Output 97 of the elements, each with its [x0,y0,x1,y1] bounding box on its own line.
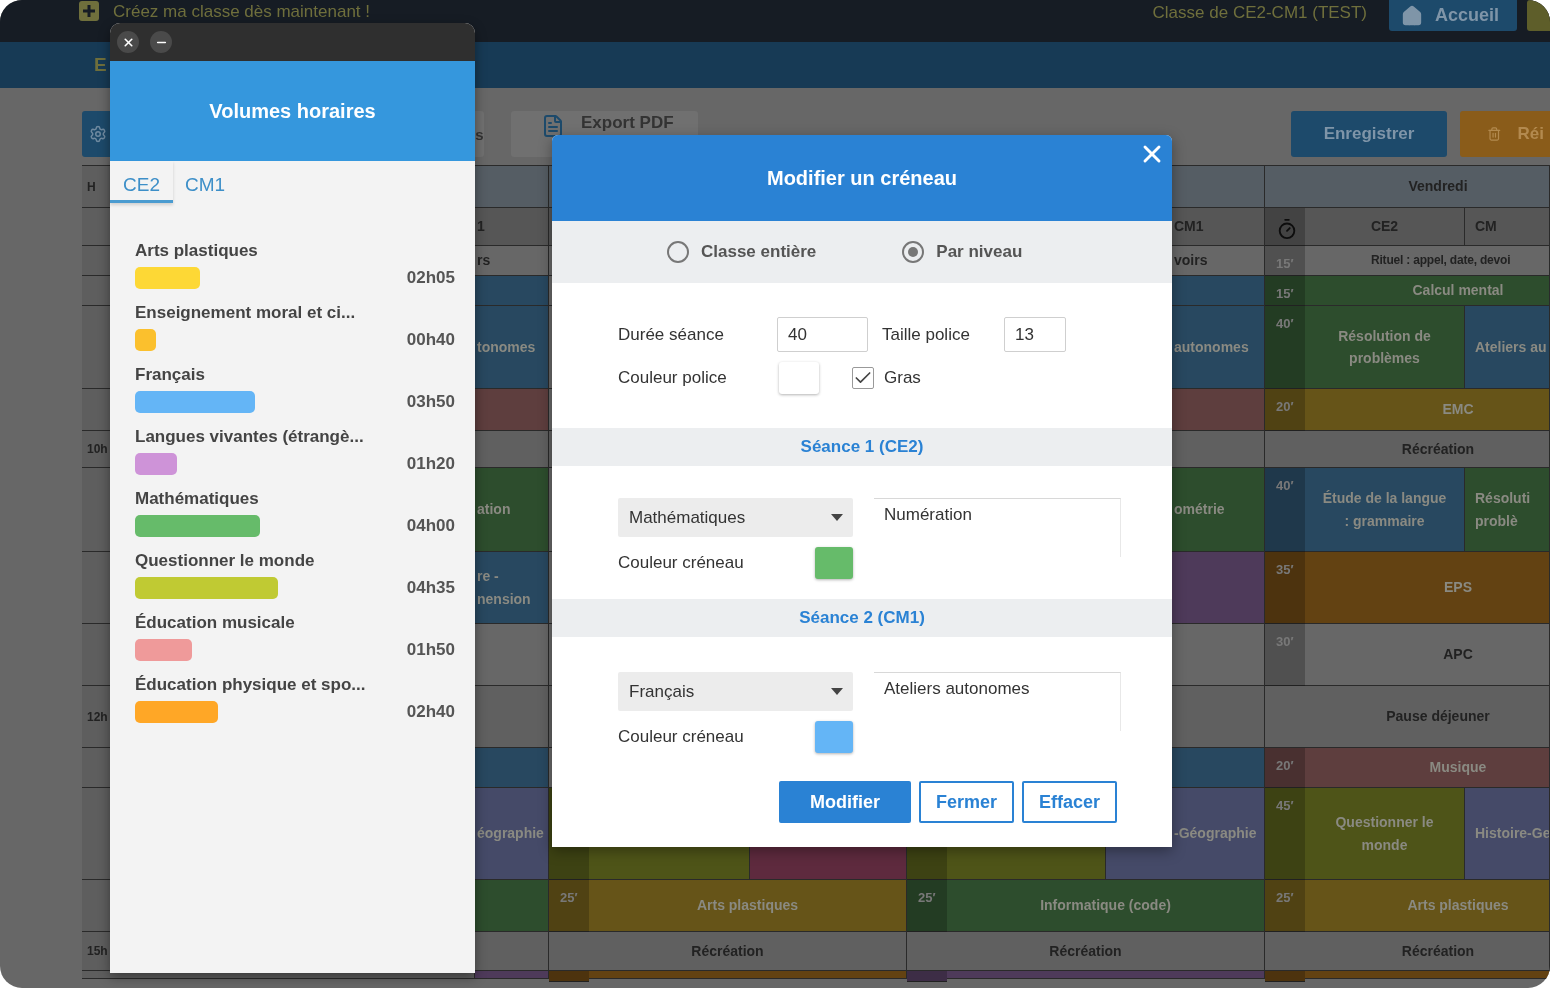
scope-radio[interactable]: Classe entière [667,241,817,263]
panel-title: Volumes horaires [110,61,475,161]
hours-value: 04h00 [406,516,455,536]
field-label: Couleur police [618,368,728,388]
break-cell: Récréation [907,932,1265,971]
timetable-cell: rs [475,246,549,276]
subject-dropdown[interactable]: Français [618,672,853,711]
dialog-button[interactable]: Fermer [919,781,1015,823]
radio-label: Par niveau [936,242,1023,262]
timetable-cell: Ateliers au [1465,306,1550,389]
field-label: Couleur créneau [618,553,745,573]
caret-icon [831,514,843,521]
duration-label: 25′ [907,880,947,932]
duration-label: 20′ [1265,748,1305,788]
timetable-cell: Étude de la langue : grammaire [1305,468,1465,552]
save-button[interactable]: Enregistrer [1291,111,1447,157]
radio-icon[interactable] [902,241,925,263]
time-strip [549,971,589,982]
break-cell: Récréation [1265,431,1550,468]
break-cell: Récréation [1265,932,1550,971]
hours-value: 04h35 [406,578,455,598]
field-label: Couleur créneau [618,727,745,747]
checkbox-label: Gras [884,368,922,388]
color-swatch[interactable] [779,362,819,394]
duration-label: 25′ [1265,880,1305,932]
settings-button[interactable] [82,111,110,157]
menu-button[interactable] [1527,0,1550,31]
scope-radio[interactable]: Par niveau [902,241,1023,263]
radio-icon[interactable] [667,241,689,263]
document-icon [541,114,565,138]
radio-label: Classe entière [701,242,817,262]
dialog-button[interactable]: Effacer [1022,781,1118,823]
caret-icon [831,688,843,695]
timetable-cell: Arts plastiques [1305,880,1550,932]
section-title: Séance 2 (CM1) [799,608,925,628]
hours-value: 00h40 [406,330,455,350]
color-swatch[interactable] [815,721,853,753]
minimize-button[interactable] [150,31,172,53]
subject-name: Français [135,365,206,385]
timetable-cell: Questionner le monde [1305,788,1465,880]
field-label: Taille police [881,324,971,345]
hours-value: 02h40 [406,702,455,722]
subject-name: Arts plastiques [135,241,259,261]
subject-dropdown[interactable]: Mathématiques [618,498,853,537]
duration-label: 40′ [1265,468,1305,552]
timetable-cell: Arts plastiques [589,880,907,932]
notes-field[interactable]: Numération [874,498,1121,557]
color-swatch[interactable] [815,547,853,579]
duration-field[interactable]: 40 [777,317,868,352]
home-button[interactable]: Accueil [1389,0,1517,31]
section-title: Séance 1 (CE2) [800,437,924,457]
duration-label: 45′ [1265,788,1305,880]
subject-name: Mathématiques [135,489,260,509]
timetable-cell: Rituel : appel, date, devoi [1305,246,1550,276]
duration-label: 20′ [1265,389,1305,431]
home-icon [1401,4,1423,27]
subject-name: Enseignement moral et ci... [135,303,357,323]
timetable-cell: Musique [1305,748,1550,788]
break-cell: Pause déjeuner [1265,686,1550,748]
duration-label: 15′ [1265,276,1305,306]
stopwatch-icon [1276,218,1298,240]
checkbox[interactable] [852,367,874,389]
timetable-cell: EPS [1305,552,1550,624]
timetable-cell: APC [1305,624,1550,686]
close-button[interactable] [117,31,139,53]
gear-icon [89,125,107,143]
close-icon [121,35,135,49]
duration-label: 35′ [1265,552,1305,624]
timetable-cell: Résoluti problè [1465,468,1550,552]
toolbar-button[interactable]: s [475,111,484,157]
timetable-cell: ation [475,468,549,552]
timetable-cell: Résolution de problèmes [1305,306,1465,389]
duration-label: 40′ [1265,306,1305,389]
break-cell: Récréation [549,932,907,971]
timetable-cell: EMC [1305,389,1550,431]
field-label: Durée séance [618,324,725,345]
subject-name: Questionner le monde [135,551,316,571]
notes-field[interactable]: Ateliers autonomes [874,672,1121,731]
subject-name: Éducation musicale [135,613,296,633]
timetable-cell: Calcul mental [1305,276,1550,306]
hours-value: 03h50 [406,392,455,412]
class-name: Classe de CE2-CM1 (TEST) [1152,2,1367,24]
timetable-cell: Informatique (code) [947,880,1265,932]
dialog-title: Modifier un créneau [767,166,957,190]
timetable-cell: éographie [475,788,549,880]
level-tab[interactable]: CE2 [110,161,173,203]
day-heading: Vendredi [1265,166,1550,208]
time-strip [907,971,947,982]
timetable-cell: re - nension [475,552,549,624]
dialog-button[interactable]: Modifier [779,781,911,823]
timetable-cell: tonomes [475,306,549,389]
duration-label: 25′ [549,880,589,932]
font-size-field[interactable]: 13 [1004,317,1066,352]
hours-value: 01h50 [406,640,455,660]
hours-value: 02h05 [406,268,455,288]
time-strip [1265,971,1305,982]
promo-link[interactable]: Créez ma classe dès maintenant ! [113,0,370,24]
